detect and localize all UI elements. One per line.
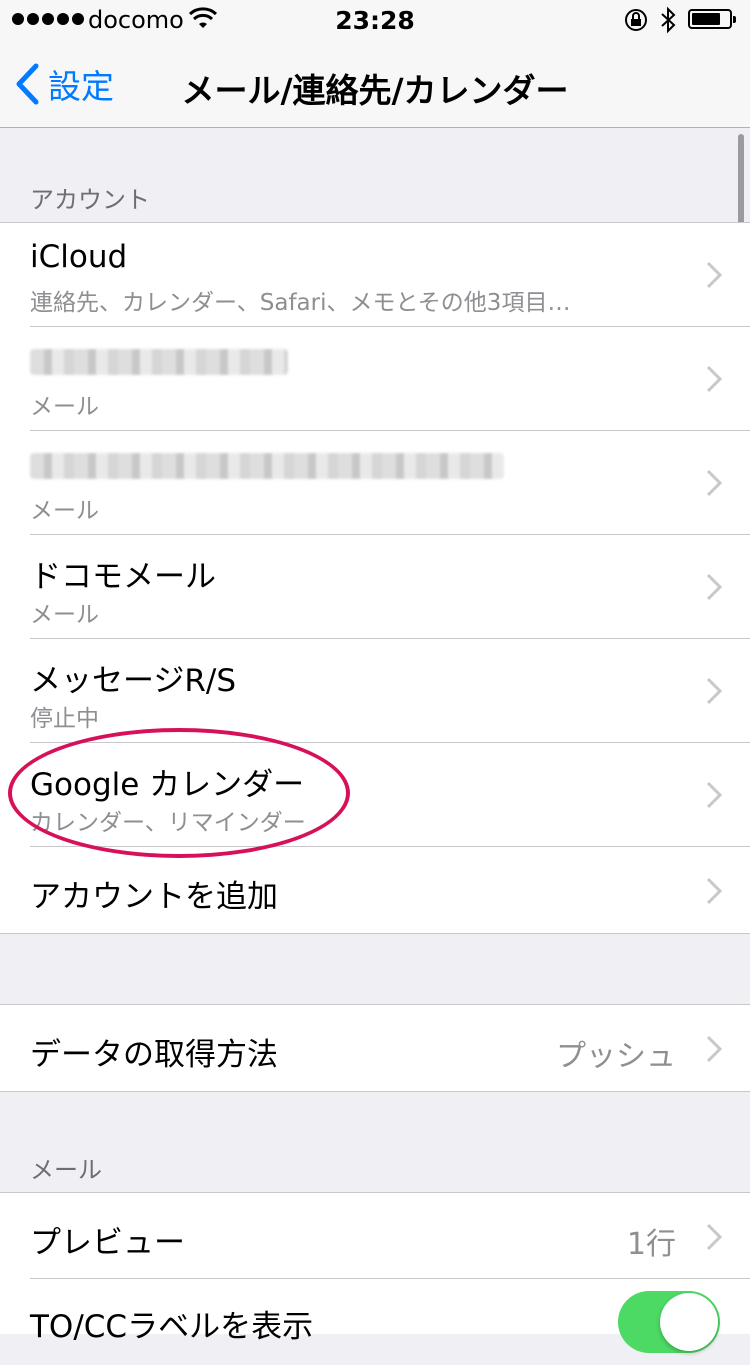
account-title: Google カレンダー	[30, 767, 305, 803]
chevron-right-icon	[706, 1035, 722, 1063]
toggle-knob	[660, 1293, 718, 1351]
fetch-group: データの取得方法 プッシュ	[0, 1004, 750, 1092]
blurred-account-name	[30, 349, 288, 375]
mail-group: プレビュー 1行 TO/CCラベルを表示	[0, 1192, 750, 1353]
fetch-new-data-label: データの取得方法	[30, 1037, 278, 1073]
chevron-right-icon	[706, 781, 722, 809]
account-row-docomo-mail[interactable]: ドコモメール メール	[0, 535, 750, 639]
preview-row[interactable]: プレビュー 1行	[0, 1193, 750, 1279]
add-account-row[interactable]: アカウントを追加	[0, 847, 750, 933]
preview-value: 1行	[626, 1227, 676, 1262]
fetch-new-data-value: プッシュ	[556, 1039, 676, 1074]
account-title: iCloud	[30, 239, 128, 275]
chevron-right-icon	[706, 365, 722, 393]
show-to-cc-label: TO/CCラベルを表示	[30, 1309, 314, 1345]
chevron-right-icon	[706, 469, 722, 497]
add-account-label: アカウントを追加	[30, 879, 278, 915]
navigation-bar: 設定 メール/連絡先/カレンダー	[0, 40, 750, 128]
show-to-cc-row: TO/CCラベルを表示	[0, 1279, 750, 1365]
rotation-lock-icon	[625, 9, 647, 31]
battery-icon	[688, 9, 736, 29]
chevron-right-icon	[706, 1223, 722, 1251]
accounts-group: iCloud 連絡先、カレンダー、Safari、メモとその他3項目… メール メ…	[0, 222, 750, 934]
account-row-google-calendar[interactable]: Google カレンダー カレンダー、リマインダー	[0, 743, 750, 847]
account-title: ドコモメール	[30, 559, 216, 595]
account-subtitle: メール	[30, 602, 99, 628]
section-header-mail: メール	[30, 1156, 102, 1184]
bluetooth-icon	[661, 6, 676, 34]
account-subtitle: メール	[30, 394, 99, 420]
chevron-right-icon	[706, 677, 722, 705]
fetch-new-data-row[interactable]: データの取得方法 プッシュ	[0, 1005, 750, 1091]
chevron-right-icon	[706, 261, 722, 289]
page-title: メール/連絡先/カレンダー	[181, 71, 569, 110]
section-header-accounts: アカウント	[30, 186, 150, 214]
blurred-account-name	[30, 453, 504, 479]
account-subtitle: メール	[30, 498, 99, 524]
account-row-blurred-2[interactable]: メール	[0, 431, 750, 535]
account-subtitle: カレンダー、リマインダー	[30, 810, 306, 836]
status-bar: docomo 23:28	[0, 0, 750, 40]
account-row-blurred-1[interactable]: メール	[0, 327, 750, 431]
account-subtitle: 停止中	[30, 706, 99, 732]
account-title: メッセージR/S	[30, 663, 237, 699]
chevron-right-icon	[706, 877, 722, 905]
show-to-cc-toggle[interactable]	[618, 1291, 720, 1353]
account-row-message-rs[interactable]: メッセージR/S 停止中	[0, 639, 750, 743]
account-subtitle: 連絡先、カレンダー、Safari、メモとその他3項目…	[30, 290, 571, 316]
chevron-right-icon	[706, 573, 722, 601]
preview-label: プレビュー	[30, 1225, 185, 1261]
account-row-icloud[interactable]: iCloud 連絡先、カレンダー、Safari、メモとその他3項目…	[0, 223, 750, 327]
